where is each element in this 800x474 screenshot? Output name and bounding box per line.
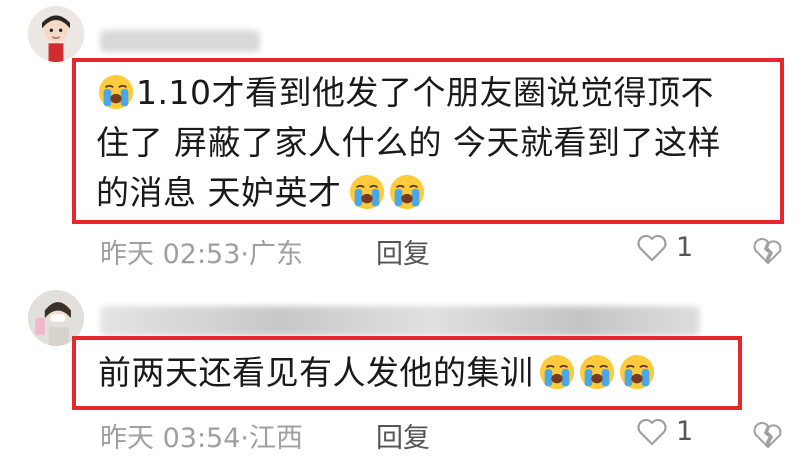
broken-heart-icon xyxy=(753,238,782,264)
comment-date: 昨天 02:53 xyxy=(100,239,241,270)
loudly-crying-face-icon xyxy=(538,353,576,391)
reply-button[interactable]: 回复 xyxy=(376,416,430,455)
broken-heart-icon xyxy=(753,422,782,448)
loudly-crying-face-icon xyxy=(578,353,616,391)
comment-line: 前两天还看见有人发他的集训 xyxy=(98,348,657,398)
separator: · xyxy=(240,423,249,454)
comment-text: 1.10才看到他发了个朋友圈说觉得顶不 住了 屏蔽了家人什么的 今天就看到了这样… xyxy=(96,68,721,218)
username-redacted xyxy=(100,306,700,336)
comment-meta: 昨天 02:53·广东 xyxy=(100,232,303,271)
separator: · xyxy=(240,239,249,270)
comment-line: 住了 屏蔽了家人什么的 今天就看到了这样 xyxy=(96,123,721,162)
comment-meta: 昨天 03:54·江西 xyxy=(100,416,303,455)
like-count: 1 xyxy=(676,232,694,263)
heart-outline-icon xyxy=(637,418,667,445)
loudly-crying-face-icon xyxy=(348,173,386,211)
avatar[interactable] xyxy=(28,6,84,62)
comment-date: 昨天 03:54 xyxy=(100,423,241,454)
comment-line: 1.10才看到他发了个朋友圈说觉得顶不 xyxy=(96,68,721,118)
comment-location: 广东 xyxy=(249,239,303,270)
dislike-button[interactable] xyxy=(752,236,784,266)
comment-location: 江西 xyxy=(249,423,303,454)
like-count: 1 xyxy=(676,416,694,447)
comment-text: 前两天还看见有人发他的集训 xyxy=(98,348,657,398)
loudly-crying-face-icon xyxy=(97,73,135,111)
like-button[interactable]: 1 xyxy=(636,416,693,447)
loudly-crying-face-icon xyxy=(388,173,426,211)
dislike-button[interactable] xyxy=(752,420,784,450)
username-redacted xyxy=(100,30,260,52)
like-button[interactable]: 1 xyxy=(636,232,693,263)
heart-outline-icon xyxy=(637,234,667,261)
comment-line: 的消息 天妒英才 xyxy=(96,168,721,218)
reply-button[interactable]: 回复 xyxy=(376,232,430,271)
loudly-crying-face-icon xyxy=(618,353,656,391)
